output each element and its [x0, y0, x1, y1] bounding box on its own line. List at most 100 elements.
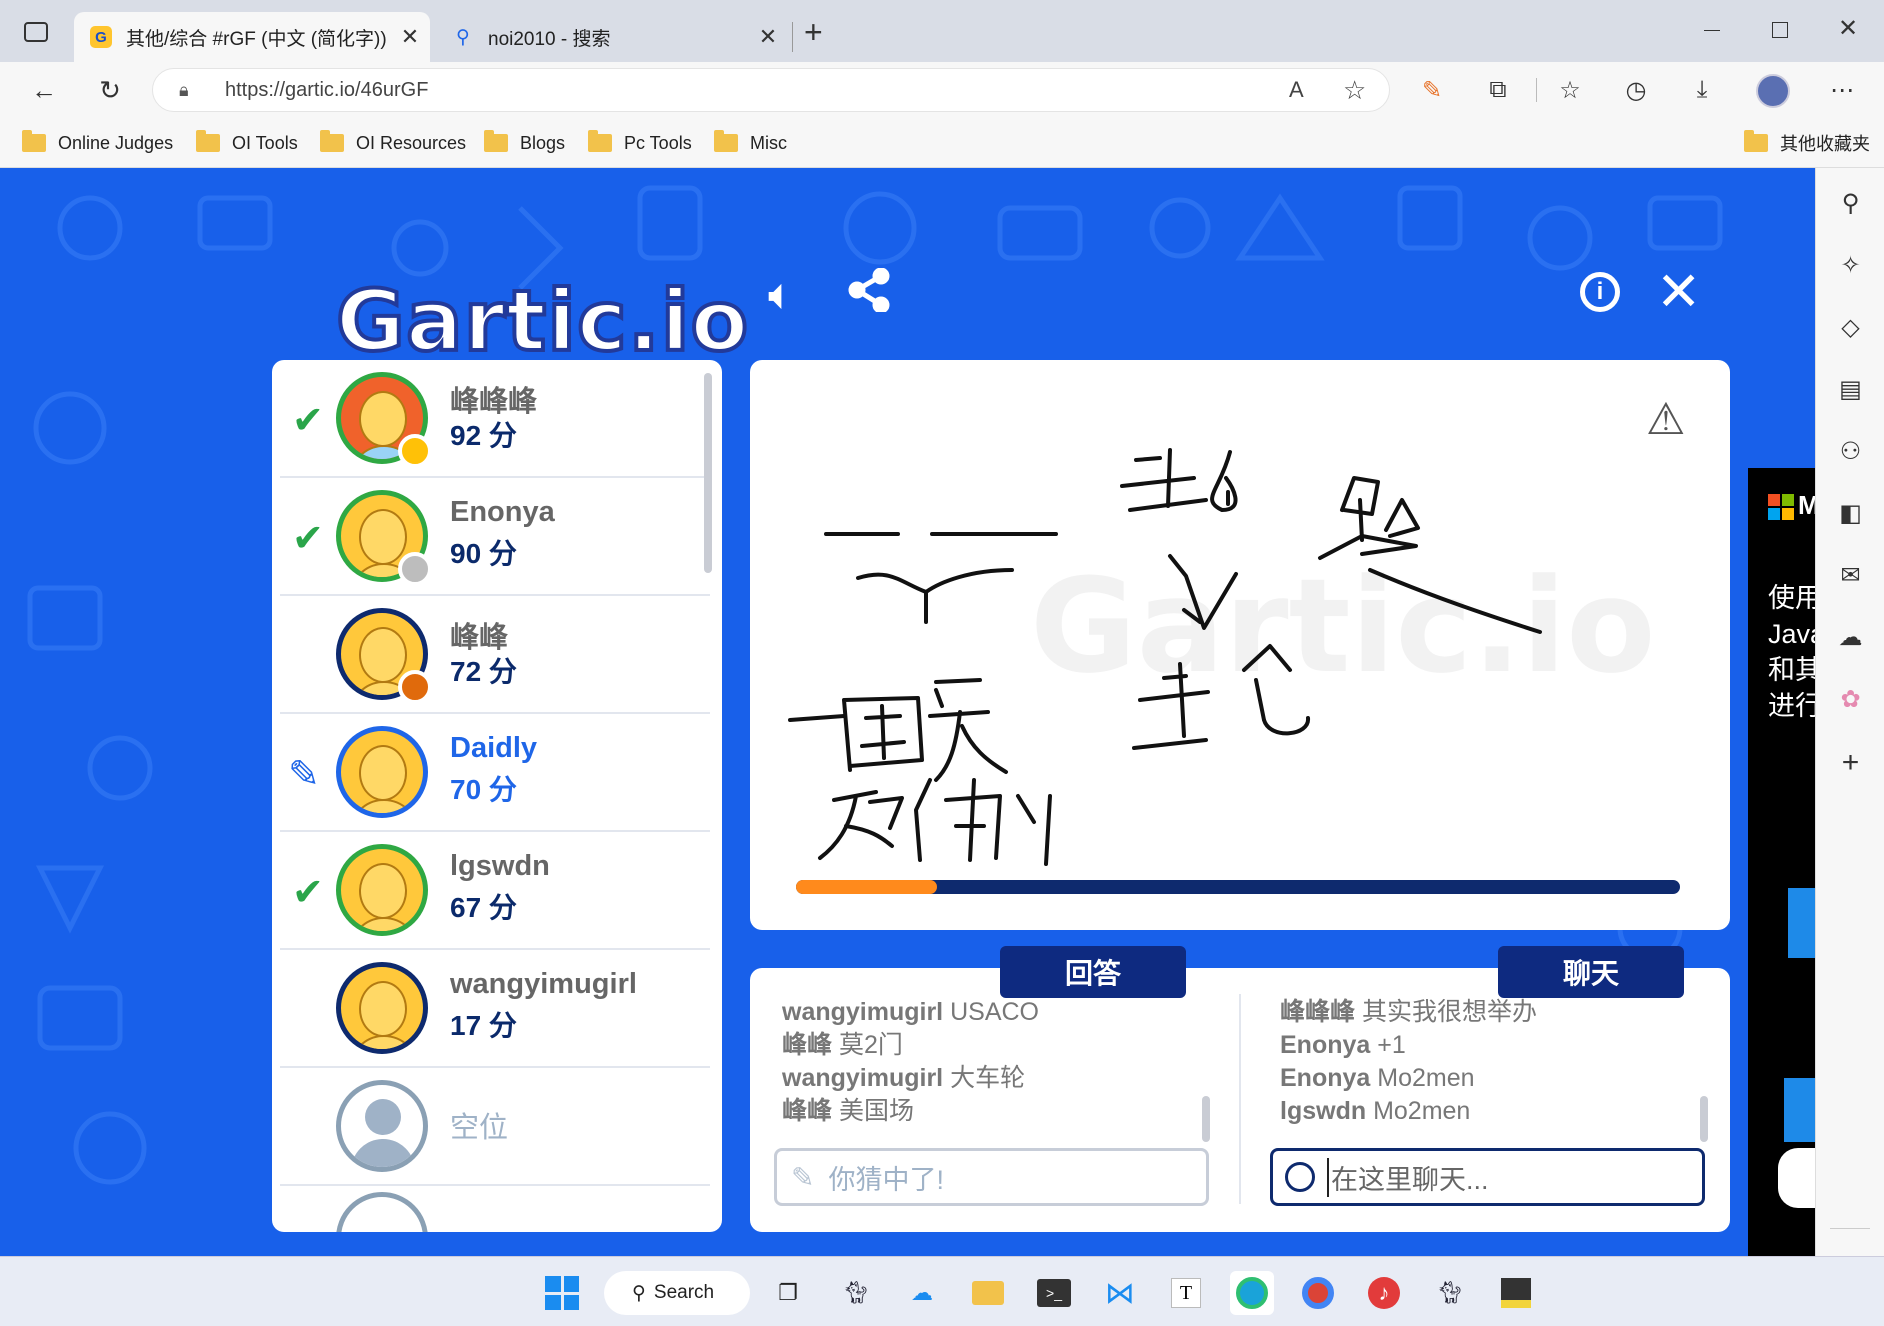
empty-slot-row[interactable]: 空位 [280, 1068, 710, 1186]
office-icon[interactable]: ◧ [1816, 488, 1884, 538]
cloud-icon[interactable]: ☁ [1816, 612, 1884, 662]
message-user: lgswdn [1280, 1097, 1367, 1125]
terminal-icon[interactable]: >_ [1032, 1271, 1076, 1315]
avatar-face [359, 627, 407, 683]
browser-sidebar: ⚲ ✧ ◇ ▤ ⚇ ◧ ✉ ☁ ✿ + [1815, 168, 1884, 1256]
add-sidebar-icon[interactable]: + [1816, 738, 1884, 788]
tab-separator [792, 22, 793, 52]
pencil-icon: ✎ [791, 1161, 815, 1193]
read-aloud-icon[interactable]: A [1289, 77, 1304, 103]
shopping-tag-icon[interactable]: ◇ [1816, 302, 1884, 352]
tools-icon[interactable]: ▤ [1816, 364, 1884, 414]
edge-icon[interactable] [1230, 1271, 1274, 1315]
avatar-face [359, 745, 407, 801]
chat-message: Enonya +1 [1280, 1029, 1537, 1062]
bookmark-pc-tools[interactable]: Pc Tools [588, 130, 692, 156]
url-text[interactable]: https://gartic.io/46urGF [225, 79, 428, 102]
answers-header: 回答 [1000, 946, 1186, 998]
new-tab-icon[interactable]: + [804, 14, 823, 51]
guessed-check-icon: ✔ [292, 400, 324, 442]
sidebar-divider [1830, 1228, 1870, 1229]
extensions-icon[interactable]: ⧉ [1480, 72, 1516, 108]
cat-app-icon[interactable]: 🐈︎ [834, 1271, 878, 1315]
windows-start-icon[interactable] [540, 1271, 584, 1315]
microsoft-logo-icon [1768, 494, 1794, 520]
player-score: 90 分 [450, 538, 517, 569]
search-icon[interactable]: ⚲ [1816, 178, 1884, 228]
player-list-scrollbar[interactable] [704, 373, 712, 573]
player-score: 92 分 [450, 420, 517, 451]
bookmark-label: Online Judges [58, 132, 174, 153]
folder-icon [714, 130, 738, 152]
chat-panel: 回答 聊天 wangyimugirl USACO 峰峰 莫2门 wangyimu… [750, 946, 1730, 1232]
info-icon[interactable]: i [1580, 272, 1620, 312]
typora-icon[interactable]: T [1164, 1271, 1208, 1315]
other-bookmarks[interactable]: 其他收藏夹 [1744, 130, 1870, 156]
toolbar-separator [1536, 78, 1537, 102]
sound-icon[interactable]: 🔈︎ [768, 270, 794, 320]
favorites-icon[interactable]: ☆ [1552, 72, 1588, 108]
close-window-icon[interactable]: ✕ [1838, 14, 1858, 43]
maximize-icon[interactable] [1772, 22, 1788, 38]
chat-scrollbar[interactable] [1700, 1096, 1708, 1142]
paint-extension-icon[interactable]: ✎ [1414, 72, 1450, 108]
netease-music-icon[interactable]: ♪ [1362, 1271, 1406, 1315]
vscode-icon[interactable]: ⋈ [1098, 1271, 1142, 1315]
chrome-icon[interactable] [1296, 1271, 1340, 1315]
share-icon[interactable] [848, 267, 892, 314]
avatar-body [349, 799, 419, 813]
back-icon[interactable]: ← [24, 70, 64, 110]
taskbar-search[interactable]: ⚲ Search [604, 1271, 750, 1315]
advertisement[interactable]: M 使用 Java 和其 进行 免费 [1748, 468, 1815, 1256]
games-icon[interactable]: ⚇ [1816, 426, 1884, 476]
outlook-icon[interactable]: ✉ [1816, 550, 1884, 600]
bookmark-oi-tools[interactable]: OI Tools [196, 130, 298, 156]
answers-scrollbar[interactable] [1202, 1096, 1210, 1142]
minimize-icon[interactable] [1704, 30, 1720, 31]
copilot-icon[interactable]: ✧ [1816, 240, 1884, 290]
anime-avatar-icon[interactable]: ✿ [1816, 674, 1884, 724]
close-tab-icon[interactable]: ✕ [748, 24, 788, 50]
task-view-icon[interactable]: ❐ [766, 1271, 810, 1315]
close-tab-icon[interactable]: ✕ [390, 24, 430, 50]
message-text: +1 [1377, 1031, 1406, 1059]
chat-header: 聊天 [1498, 946, 1684, 998]
chat-input[interactable]: 在这里聊天... [1270, 1148, 1705, 1206]
bookmark-blogs[interactable]: Blogs [484, 130, 565, 156]
answer-input[interactable]: ✎ 你猜中了! [774, 1148, 1209, 1206]
onedrive-folder-icon[interactable]: ☁ [900, 1271, 944, 1315]
sticky-notes-icon[interactable] [1494, 1271, 1538, 1315]
bookmark-oi-resources[interactable]: OI Resources [320, 130, 466, 156]
tab-inactive[interactable]: ⚲ noi2010 - 搜索 ✕ [436, 12, 788, 62]
avatar-body [349, 1035, 419, 1049]
address-bar[interactable]: 🔒︎ https://gartic.io/46urGF A ☆ [152, 68, 1390, 112]
favorite-add-icon[interactable]: ☆ [1343, 75, 1366, 106]
ad-line: 和其 [1768, 655, 1815, 685]
guessed-check-icon: ✔ [292, 872, 324, 914]
player-row: ✔ Enonya 90 分 [280, 478, 710, 596]
ad-graphic [1788, 888, 1815, 958]
tab-active[interactable]: G 其他/综合 #rGF (中文 (简化字)) - ✕ [74, 12, 430, 62]
avatar [336, 844, 428, 936]
round-timer-bar [796, 880, 1680, 894]
file-explorer-icon[interactable] [966, 1271, 1010, 1315]
search-favicon-icon: ⚲ [456, 26, 470, 48]
tab-actions-icon[interactable] [24, 22, 48, 42]
downloads-icon[interactable]: ⤓ [1684, 72, 1720, 108]
bookmark-online-judges[interactable]: Online Judges [22, 130, 173, 156]
address-row: ← ↻ 🔒︎ https://gartic.io/46urGF A ☆ ✎ ⧉ … [0, 62, 1884, 118]
chat-list: 峰峰峰 其实我很想举办 Enonya +1 Enonya Mo2men lgsw… [1280, 996, 1537, 1128]
profile-avatar[interactable] [1756, 74, 1790, 108]
gartic-logo[interactable]: Gartic.io [334, 270, 750, 372]
drawing-canvas[interactable]: Gartic.io ⚠ [750, 360, 1730, 930]
history-icon[interactable]: ◷ [1618, 72, 1654, 108]
status-dot [398, 552, 432, 586]
message-text: 其实我很想举办 [1361, 998, 1537, 1026]
cat-app-2-icon[interactable]: 🐈︎ [1428, 1271, 1472, 1315]
close-game-icon[interactable]: ✕ [1656, 260, 1701, 323]
more-menu-icon[interactable]: ⋯ [1824, 72, 1860, 108]
avatar-face [359, 863, 407, 919]
answer-message: 峰峰 莫2门 [782, 1029, 1039, 1062]
refresh-icon[interactable]: ↻ [90, 70, 130, 110]
bookmark-misc[interactable]: Misc [714, 130, 787, 156]
